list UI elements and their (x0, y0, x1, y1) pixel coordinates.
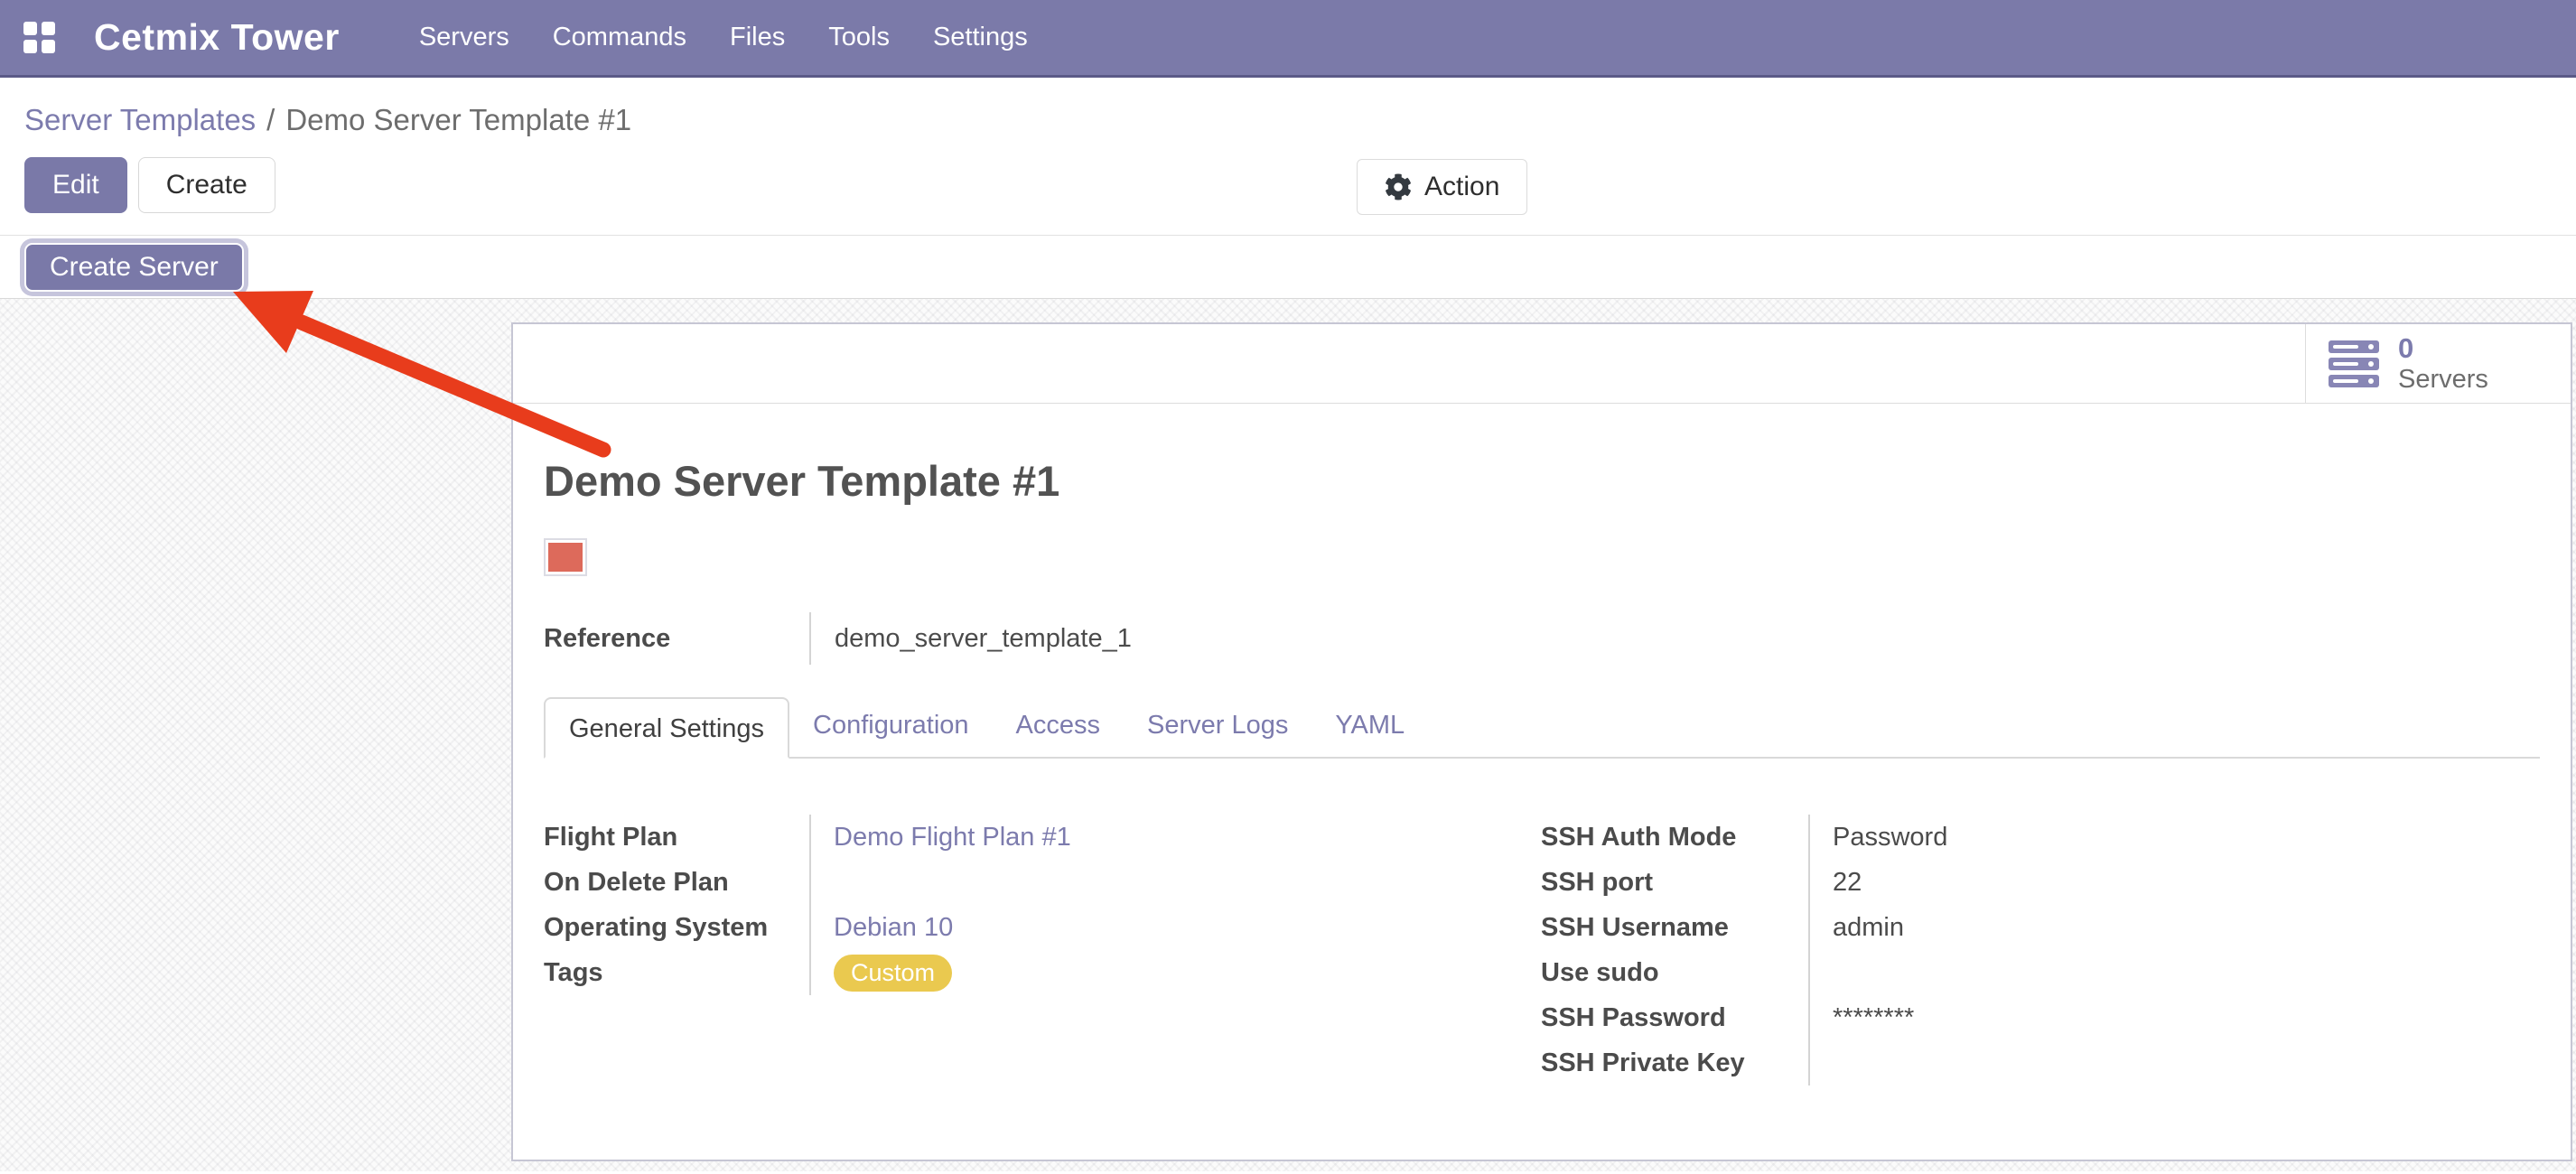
field-row-flight-plan: Flight Plan Demo Flight Plan #1 (544, 815, 1541, 860)
record-buttons: Edit Create (24, 157, 2576, 213)
tab-server-logs[interactable]: Server Logs (1124, 695, 1311, 757)
create-server-button[interactable]: Create Server (24, 243, 244, 292)
apps-grid-icon[interactable] (23, 22, 56, 54)
breadcrumb-parent-link[interactable]: Server Templates (24, 103, 256, 137)
tag-custom[interactable]: Custom (834, 955, 952, 992)
breadcrumb: Server Templates / Demo Server Template … (24, 103, 2576, 137)
general-settings-fields: Flight Plan Demo Flight Plan #1 On Delet… (544, 815, 2540, 1085)
action-button[interactable]: Action (1357, 159, 1527, 215)
ssh-auth-mode-value: Password (1810, 823, 1947, 853)
apps-grid-square (42, 40, 55, 53)
fields-column-right: SSH Auth Mode Password SSH port 22 SSH U… (1541, 815, 2540, 1085)
tab-general-settings[interactable]: General Settings (544, 697, 789, 759)
form-view-background: 0 Servers Demo Server Template #1 Refere… (0, 299, 2576, 1171)
breadcrumb-current: Demo Server Template #1 (285, 103, 631, 137)
field-row-ssh-private-key: SSH Private Key (1541, 1040, 2540, 1085)
create-button[interactable]: Create (138, 157, 275, 213)
apps-grid-square (23, 40, 37, 53)
gear-icon (1385, 173, 1412, 200)
use-sudo-label: Use sudo (1541, 950, 1810, 995)
tags-label: Tags (544, 950, 811, 995)
flight-plan-value-link[interactable]: Demo Flight Plan #1 (811, 823, 1071, 853)
field-row-use-sudo: Use sudo (1541, 950, 2540, 995)
reference-field-label: Reference (544, 612, 811, 665)
button-box: 0 Servers (513, 324, 2571, 404)
record-title: Demo Server Template #1 (544, 456, 2540, 506)
sheet-content: Demo Server Template #1 Reference demo_s… (513, 456, 2571, 1085)
tab-configuration[interactable]: Configuration (789, 695, 993, 757)
field-row-ssh-auth-mode: SSH Auth Mode Password (1541, 815, 2540, 860)
ssh-auth-mode-label: SSH Auth Mode (1541, 815, 1810, 860)
apps-grid-square (23, 22, 37, 35)
menu-item-tools[interactable]: Tools (807, 0, 911, 75)
field-row-operating-system: Operating System Debian 10 (544, 905, 1541, 950)
color-swatch-red (548, 543, 583, 572)
action-button-label: Action (1424, 172, 1499, 202)
operating-system-value-link[interactable]: Debian 10 (811, 913, 953, 943)
control-panel: Server Templates / Demo Server Template … (0, 78, 2576, 236)
tab-yaml[interactable]: YAML (1311, 695, 1428, 757)
field-row-ssh-port: SSH port 22 (1541, 860, 2540, 905)
tab-access[interactable]: Access (993, 695, 1124, 757)
status-bar: Create Server (0, 236, 2576, 299)
reference-field-row: Reference demo_server_template_1 (544, 612, 2540, 665)
ssh-username-label: SSH Username (1541, 905, 1810, 950)
fields-column-left: Flight Plan Demo Flight Plan #1 On Delet… (544, 815, 1541, 1085)
servers-stat-text: 0 Servers (2398, 332, 2488, 395)
servers-count: 0 (2398, 332, 2488, 365)
ssh-password-value: ******** (1810, 1003, 1914, 1033)
edit-button[interactable]: Edit (24, 157, 127, 213)
notebook-tabs: General Settings Configuration Access Se… (544, 697, 2540, 759)
menu-item-servers[interactable]: Servers (397, 0, 531, 75)
flight-plan-label: Flight Plan (544, 815, 811, 860)
field-row-ssh-username: SSH Username admin (1541, 905, 2540, 950)
menu-item-settings[interactable]: Settings (911, 0, 1050, 75)
menu-item-commands[interactable]: Commands (531, 0, 708, 75)
menu-item-files[interactable]: Files (708, 0, 807, 75)
field-row-on-delete-plan: On Delete Plan (544, 860, 1541, 905)
on-delete-plan-label: On Delete Plan (544, 860, 811, 905)
operating-system-label: Operating System (544, 905, 811, 950)
server-template-sheet: 0 Servers Demo Server Template #1 Refere… (511, 322, 2572, 1161)
breadcrumb-separator: / (266, 103, 275, 137)
ssh-password-label: SSH Password (1541, 995, 1810, 1040)
servers-stat-button[interactable]: 0 Servers (2305, 324, 2571, 403)
reference-field-value: demo_server_template_1 (811, 612, 1132, 665)
field-row-tags: Tags Custom (544, 950, 1541, 995)
app-brand-title: Cetmix Tower (94, 16, 340, 59)
color-picker-swatch (544, 538, 587, 576)
top-navbar: Cetmix Tower Servers Commands Files Tool… (0, 0, 2576, 78)
ssh-private-key-label: SSH Private Key (1541, 1040, 1810, 1085)
ssh-port-value: 22 (1810, 868, 1862, 898)
ssh-port-label: SSH port (1541, 860, 1810, 905)
main-menu: Servers Commands Files Tools Settings (397, 0, 1050, 75)
servers-count-label: Servers (2398, 365, 2488, 395)
tags-value: Custom (811, 955, 952, 992)
field-row-ssh-password: SSH Password ******** (1541, 995, 2540, 1040)
ssh-username-value: admin (1810, 913, 1904, 943)
servers-stack-icon (2328, 339, 2380, 389)
apps-grid-square (42, 22, 55, 35)
